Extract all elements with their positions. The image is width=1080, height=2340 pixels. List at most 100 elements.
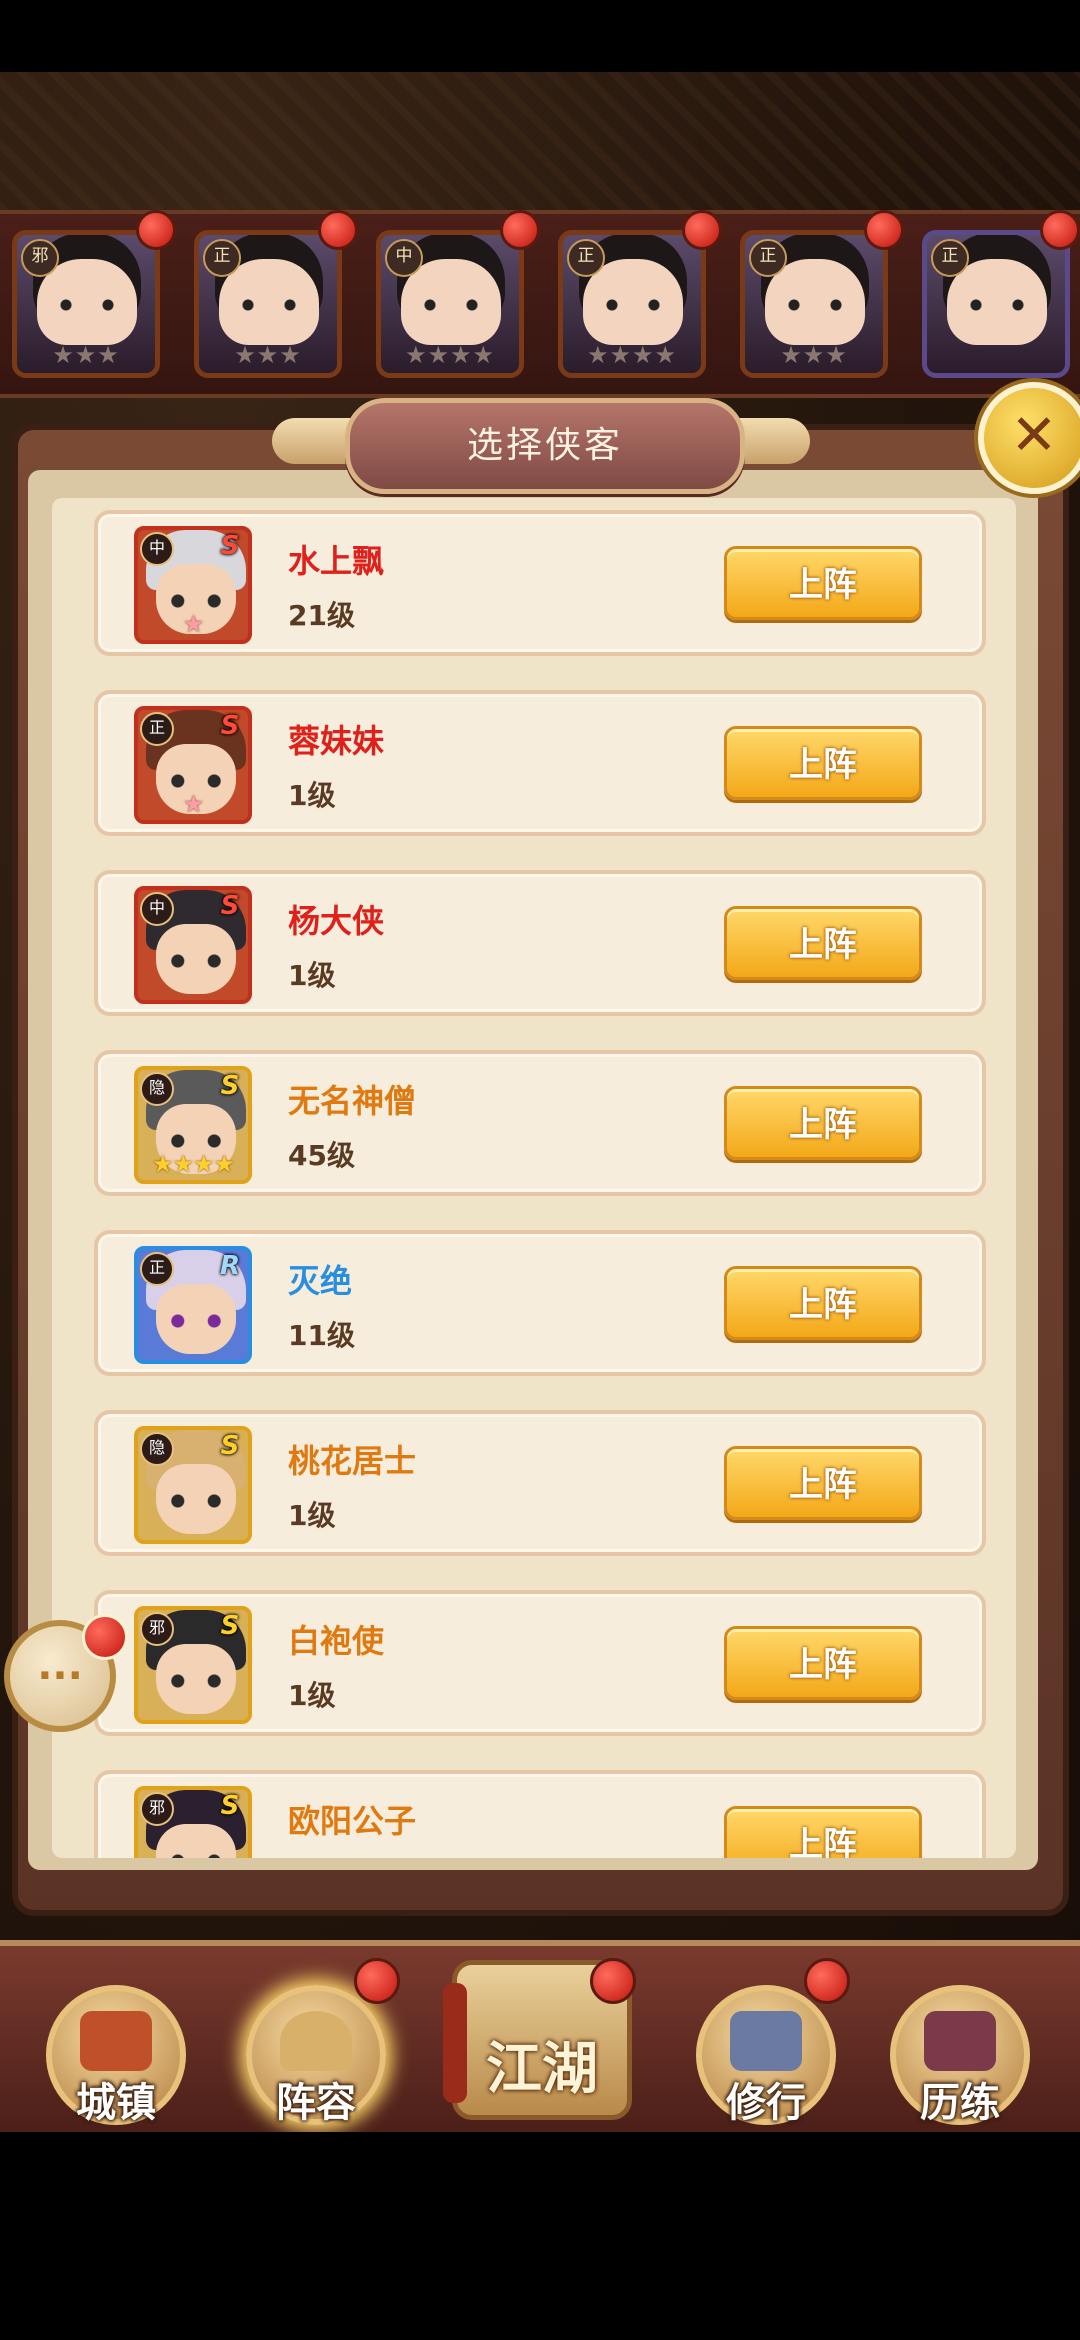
hero-name: 水上飘 xyxy=(288,542,385,580)
roster-slot-6[interactable]: 正 xyxy=(922,230,1070,378)
star-rating: ★★★★ xyxy=(586,341,678,369)
hero-name: 蓉妹妹 xyxy=(288,722,385,760)
hero-level: 1级 xyxy=(288,1499,336,1532)
hero-card: 正 R 灭绝 11级 上阵 xyxy=(94,1230,986,1376)
star-rating: ★★★ xyxy=(52,341,120,369)
notification-dot xyxy=(136,210,176,250)
star-rating: ★★★ xyxy=(234,341,302,369)
roster-slot-4[interactable]: 正 ★★★★ xyxy=(558,230,706,378)
faction-badge: 隐 xyxy=(140,1072,174,1106)
rarity-badge: S xyxy=(220,711,240,741)
faction-badge: 正 xyxy=(203,239,241,277)
notification-dot xyxy=(682,210,722,250)
hero-card: 隐 S 桃花居士 1级 上阵 xyxy=(94,1410,986,1556)
faction-badge: 隐 xyxy=(140,1432,174,1466)
bottom-margin xyxy=(0,2132,1080,2340)
hero-avatar: 正 R xyxy=(134,1246,252,1364)
faction-badge: 中 xyxy=(385,239,423,277)
hero-card: 中 S ★ 水上飘 21级 上阵 xyxy=(94,510,986,656)
hero-avatar: 邪 S xyxy=(134,1786,252,1858)
hero-list[interactable]: 中 S ★ 水上飘 21级 上阵 正 S ★ 蓉妹妹 1级 上阵 中 S 杨大侠… xyxy=(52,498,1016,1858)
faction-badge: 正 xyxy=(749,239,787,277)
rarity-badge: R xyxy=(219,1251,241,1281)
hero-avatar: 中 S ★ xyxy=(134,526,252,644)
roster-slot-3[interactable]: 中 ★★★★ xyxy=(376,230,524,378)
hero-avatar: 隐 S xyxy=(134,1426,252,1544)
training-icon xyxy=(924,2011,996,2071)
nav-lineup-label: 阵容 xyxy=(276,2080,356,2126)
notification-dot xyxy=(864,210,904,250)
deploy-button[interactable]: 上阵 xyxy=(724,1266,922,1340)
chat-bubble-icon: ··· xyxy=(37,1653,83,1699)
rarity-badge: S xyxy=(220,1071,240,1101)
rarity-badge: S xyxy=(220,1791,240,1821)
rarity-badge: S xyxy=(220,1431,240,1461)
nav-training-label: 历练 xyxy=(920,2080,1000,2126)
deploy-button[interactable]: 上阵 xyxy=(724,906,922,980)
roster-slot-2[interactable]: 正 ★★★ xyxy=(194,230,342,378)
star-rating: ★ xyxy=(182,790,205,818)
faction-badge: 正 xyxy=(931,239,969,277)
deploy-button[interactable]: 上阵 xyxy=(724,1626,922,1700)
lineup-roster-strip: 邪 ★★★ 正 ★★★ 中 ★★★★ 正 ★★★★ 正 ★★★ 正 xyxy=(0,210,1080,398)
hero-level: 1级 xyxy=(288,779,336,812)
hero-name: 欧阳公子 xyxy=(288,1802,417,1840)
deploy-button[interactable]: 上阵 xyxy=(724,726,922,800)
deploy-button[interactable]: 上阵 xyxy=(724,1086,922,1160)
hero-name: 无名神僧 xyxy=(288,1082,417,1120)
faction-badge: 中 xyxy=(140,892,174,926)
notification-dot xyxy=(1040,210,1080,250)
hero-level: 45级 xyxy=(288,1139,355,1172)
star-rating: ★★★★ xyxy=(151,1150,235,1178)
panel-title: 选择侠客 xyxy=(466,425,623,466)
hero-card: 邪 S 欧阳公子 上阵 xyxy=(94,1770,986,1858)
faction-badge: 邪 xyxy=(140,1792,174,1826)
roster-slot-5[interactable]: 正 ★★★ xyxy=(740,230,888,378)
notification-dot xyxy=(590,1958,636,2004)
star-rating: ★★★ xyxy=(780,341,848,369)
hero-card: 邪 S 白袍使 1级 上阵 xyxy=(94,1590,986,1736)
faction-badge: 邪 xyxy=(140,1612,174,1646)
background-pattern xyxy=(0,72,1080,212)
notification-dot xyxy=(82,1614,128,1660)
notification-dot xyxy=(500,210,540,250)
hero-name: 灭绝 xyxy=(288,1262,353,1300)
hero-avatar: 正 S ★ xyxy=(134,706,252,824)
star-rating: ★ xyxy=(182,610,205,638)
rarity-badge: S xyxy=(220,891,240,921)
deploy-button[interactable]: 上阵 xyxy=(724,546,922,620)
nav-cultivation-label: 修行 xyxy=(726,2080,806,2126)
rarity-badge: S xyxy=(220,531,240,561)
close-button[interactable]: ✕ xyxy=(978,382,1080,494)
hero-avatar: 隐 S ★★★★ xyxy=(134,1066,252,1184)
panel-title-plaque: 选择侠客 xyxy=(345,398,745,494)
hero-card: 隐 S ★★★★ 无名神僧 45级 上阵 xyxy=(94,1050,986,1196)
hero-card: 中 S 杨大侠 1级 上阵 xyxy=(94,870,986,1016)
rarity-badge: S xyxy=(220,1611,240,1641)
hero-level: 1级 xyxy=(288,959,336,992)
deploy-button[interactable]: 上阵 xyxy=(724,1806,922,1858)
status-bar xyxy=(0,0,1080,72)
hero-card: 正 S ★ 蓉妹妹 1级 上阵 xyxy=(94,690,986,836)
faction-badge: 正 xyxy=(140,1252,174,1286)
hero-name: 杨大侠 xyxy=(288,902,385,940)
close-icon: ✕ xyxy=(1010,403,1058,468)
nav-town-label: 城镇 xyxy=(76,2080,156,2126)
nav-jianghu-label: 江湖 xyxy=(486,2037,598,2102)
lineup-icon xyxy=(280,2011,352,2071)
star-rating: ★★★★ xyxy=(404,341,496,369)
hero-level: 11级 xyxy=(288,1319,355,1352)
faction-badge: 中 xyxy=(140,532,174,566)
hero-portrait-icon xyxy=(156,1824,236,1858)
notification-dot xyxy=(354,1958,400,2004)
deploy-button[interactable]: 上阵 xyxy=(724,1446,922,1520)
hero-name: 白袍使 xyxy=(288,1622,385,1660)
faction-badge: 正 xyxy=(140,712,174,746)
hero-avatar: 邪 S xyxy=(134,1606,252,1724)
roster-slot-1[interactable]: 邪 ★★★ xyxy=(12,230,160,378)
cultivation-icon xyxy=(730,2011,802,2071)
notification-dot xyxy=(318,210,358,250)
faction-badge: 邪 xyxy=(21,239,59,277)
notification-dot xyxy=(804,1958,850,2004)
hero-name: 桃花居士 xyxy=(288,1442,417,1480)
